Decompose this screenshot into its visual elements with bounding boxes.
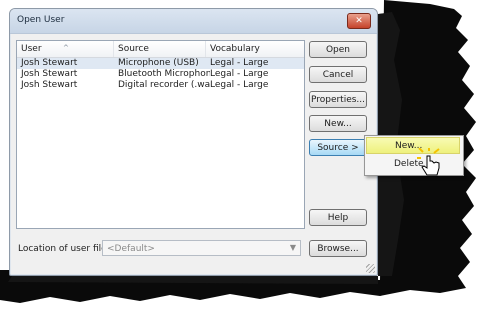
column-header-source[interactable]: Source (114, 41, 206, 57)
close-button[interactable]: ✕ (347, 13, 371, 29)
new-button[interactable]: New... (309, 115, 367, 132)
resize-grip-icon[interactable] (366, 264, 375, 273)
browse-button[interactable]: Browse... (309, 240, 367, 257)
location-combobox[interactable]: <Default> ▼ (102, 240, 301, 256)
chevron-down-icon[interactable]: ▼ (290, 243, 296, 252)
hand-cursor-icon (417, 148, 440, 176)
open-user-dialog: Open User ✕ User ^ Source Vocabulary Jos… (9, 8, 378, 276)
location-value: <Default> (107, 244, 155, 254)
close-icon: ✕ (355, 16, 363, 26)
sort-ascending-icon: ^ (63, 44, 69, 52)
help-button[interactable]: Help (309, 209, 367, 226)
cancel-button[interactable]: Cancel (309, 66, 367, 83)
open-button[interactable]: Open (309, 41, 367, 58)
title-bar: Open User ✕ (10, 9, 377, 34)
source-context-menu: New... Delete (364, 135, 464, 176)
menu-item-new[interactable]: New... (366, 137, 460, 154)
table-row[interactable]: Josh Stewart Bluetooth Microphone Legal … (17, 69, 304, 80)
menu-item-delete[interactable]: Delete (366, 156, 460, 173)
column-header-user[interactable]: User ^ (17, 41, 114, 57)
dialog-title: Open User (17, 15, 65, 25)
source-button[interactable]: Source > (309, 139, 367, 156)
user-list[interactable]: User ^ Source Vocabulary Josh Stewart Mi… (16, 40, 305, 229)
location-label: Location of user files: (18, 244, 115, 254)
list-header: User ^ Source Vocabulary (17, 41, 304, 58)
properties-button[interactable]: Properties... (309, 91, 367, 108)
table-row[interactable]: Josh Stewart Digital recorder (.wa... Le… (17, 80, 304, 91)
table-row[interactable]: Josh Stewart Microphone (USB) Legal - La… (17, 58, 304, 69)
column-header-vocabulary[interactable]: Vocabulary (206, 41, 304, 57)
